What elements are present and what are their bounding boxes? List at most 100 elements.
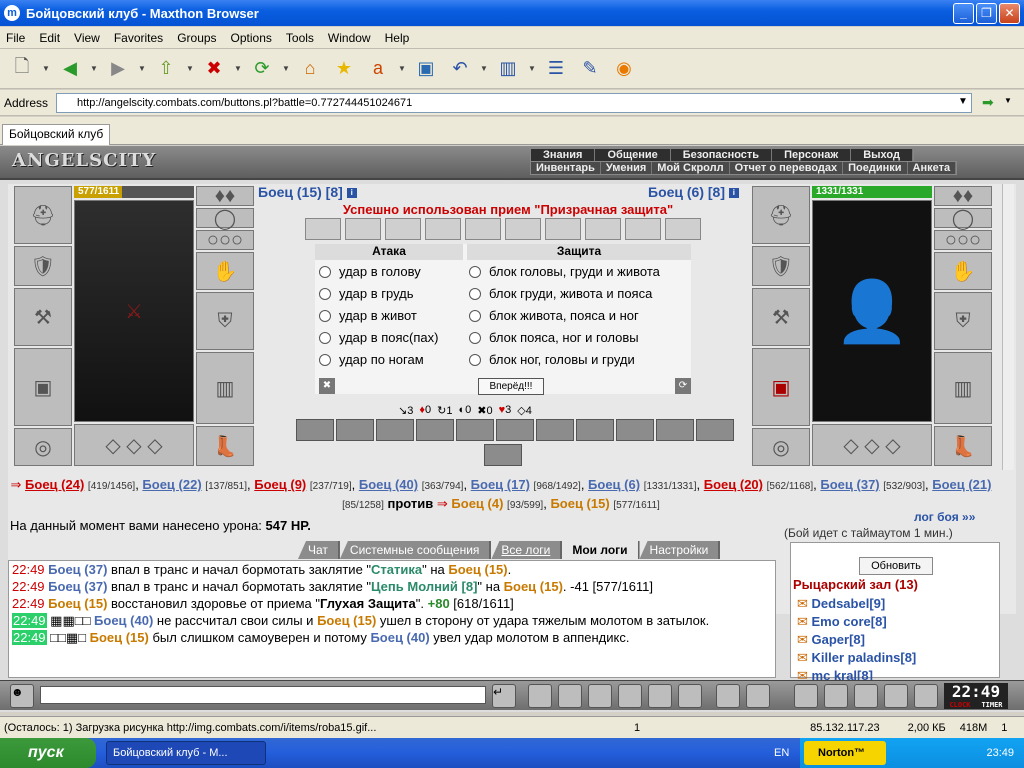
new-page-icon[interactable]: 🗋 — [8, 55, 36, 83]
right-shield-slot[interactable]: ⛨ — [934, 292, 992, 350]
skill-slot[interactable] — [696, 419, 734, 441]
forward-icon[interactable]: ▶ — [104, 55, 132, 83]
edit-icon[interactable]: ✎ — [576, 55, 604, 83]
right-character-avatar[interactable]: 👤 — [812, 200, 932, 422]
menu-tools[interactable]: Tools — [286, 31, 314, 45]
skill-slot[interactable] — [296, 419, 334, 441]
scroll-slot[interactable] — [465, 218, 501, 240]
bracer-slot[interactable]: 🛡 — [14, 246, 72, 286]
player-item[interactable]: ✉ Killer paladins[8] — [797, 649, 916, 667]
page-scrollbar[interactable] — [1002, 184, 1014, 470]
player-item[interactable]: ✉ Gaper[8] — [797, 631, 916, 649]
ring-slot[interactable]: ◇ ◇ ◇ — [74, 424, 194, 466]
info-icon[interactable]: i — [346, 188, 357, 199]
bag-icon[interactable] — [794, 684, 818, 708]
nav-exit[interactable]: Выход — [851, 149, 913, 161]
norton-button[interactable]: Norton™ — [804, 741, 886, 765]
menu-file[interactable]: File — [6, 31, 25, 45]
right-armor-slot[interactable]: ▣ — [752, 348, 810, 426]
skill-slot[interactable] — [616, 419, 654, 441]
refresh-battle-icon[interactable]: ⟳ — [675, 378, 691, 394]
dropdown-icon[interactable]: ▼ — [282, 64, 290, 73]
battle-log-link[interactable]: лог боя »» — [914, 510, 975, 524]
dropdown-icon[interactable]: ▼ — [138, 64, 146, 73]
translate-icon[interactable]: a — [364, 55, 392, 83]
address-input[interactable]: http://angelscity.combats.com/buttons.pl… — [56, 93, 972, 113]
attack-belly-radio[interactable]: удар в живот — [319, 308, 417, 323]
defense-3-radio[interactable]: блок живота, пояса и ног — [469, 308, 639, 323]
right-earrings-slot[interactable]: ♦♦ — [934, 185, 992, 207]
back-icon[interactable]: ◀ — [56, 55, 84, 83]
right-helmet-slot[interactable]: ⛑ — [752, 186, 810, 244]
menu-options[interactable]: Options — [231, 31, 272, 45]
attack-groin-radio[interactable]: удар в пояс(пах) — [319, 330, 438, 345]
nav-inventory[interactable]: Инвентарь — [531, 162, 601, 174]
defense-5-radio[interactable]: блок ног, головы и груди — [469, 352, 635, 367]
right-ring-slot[interactable]: ◇ ◇ ◇ — [812, 424, 932, 466]
info-icon[interactable]: i — [728, 188, 739, 199]
tab-settings[interactable]: Настройки — [639, 541, 721, 559]
exit-icon[interactable] — [914, 684, 938, 708]
nav-security[interactable]: Безопасность — [671, 149, 773, 161]
menu-favorites[interactable]: Favorites — [114, 31, 163, 45]
scroll-slot[interactable] — [505, 218, 541, 240]
right-fighter-name[interactable]: Боец (6) [8] i — [648, 184, 739, 200]
fighter-link[interactable]: Боец (40) — [359, 477, 418, 492]
dropdown-icon[interactable]: ▼ — [186, 64, 194, 73]
defense-2-radio[interactable]: блок груди, живота и пояса — [469, 286, 652, 301]
defense-1-radio[interactable]: блок головы, груди и живота — [469, 264, 660, 279]
nav-character[interactable]: Персонаж — [772, 149, 852, 161]
filter-icon[interactable] — [558, 684, 582, 708]
right-amulet-slot[interactable]: ◯ — [934, 208, 992, 230]
go-button[interactable]: Вперёд!!! — [478, 378, 544, 395]
skill-slot[interactable] — [576, 419, 614, 441]
fighter-link[interactable]: Боец (22) — [142, 477, 201, 492]
menu-edit[interactable]: Edit — [39, 31, 60, 45]
favorites-star-icon[interactable]: ★ — [330, 55, 358, 83]
tab-chat[interactable]: Чат — [298, 541, 340, 559]
gloves-slot[interactable]: ✋ — [196, 252, 254, 290]
legs-slot[interactable]: ▥ — [196, 352, 254, 424]
left-fighter-name[interactable]: Боец (15) [8] i — [258, 184, 357, 200]
weapon-slot[interactable]: ⚒ — [14, 288, 72, 346]
dropdown-icon[interactable]: ▼ — [42, 64, 50, 73]
dropdown-icon[interactable]: ▼ — [1004, 96, 1012, 105]
skill-slot[interactable] — [456, 419, 494, 441]
armor-slot[interactable]: ▣ — [14, 348, 72, 426]
nav-transfers[interactable]: Отчет о переводах — [730, 162, 844, 174]
minimize-button[interactable]: _ — [953, 3, 974, 24]
right-bracer-slot[interactable]: 🛡 — [752, 246, 810, 286]
scroll-slot[interactable] — [585, 218, 621, 240]
fighter-link[interactable]: Боец (9) — [254, 477, 306, 492]
skill-slot[interactable] — [484, 444, 522, 466]
right-belt-slot[interactable]: ◎ — [752, 428, 810, 466]
scroll-slot[interactable] — [305, 218, 341, 240]
tab-all-logs[interactable]: Все логи — [491, 541, 563, 559]
chat-input[interactable] — [40, 686, 486, 704]
tab-my-logs[interactable]: Мои логи — [562, 541, 640, 559]
attack-legs-radio[interactable]: удар по ногам — [319, 352, 424, 367]
close-button[interactable]: ✕ — [999, 3, 1020, 24]
smile-icon[interactable] — [716, 684, 740, 708]
nav-my-scroll[interactable]: Мой Скролл — [652, 162, 730, 174]
menu-help[interactable]: Help — [385, 31, 410, 45]
dropdown-icon[interactable]: ▼ — [398, 64, 406, 73]
boots-slot[interactable]: 👢 — [196, 426, 254, 466]
fighter-link[interactable]: Боец (4) — [451, 496, 503, 511]
settings-icon[interactable] — [746, 684, 770, 708]
dropdown-icon[interactable]: ▼ — [528, 64, 536, 73]
fighter-link[interactable]: Боец (37) — [820, 477, 879, 492]
go-icon[interactable]: ➡ — [982, 94, 994, 111]
nav-communication[interactable]: Общение — [595, 149, 671, 161]
right-rings-slot[interactable]: ○○○ — [934, 229, 992, 251]
nav-knowledge[interactable]: Знания — [531, 149, 596, 161]
send-icon[interactable]: ↵ — [492, 684, 516, 708]
skill-slot[interactable] — [336, 419, 374, 441]
earrings-slot[interactable]: ♦♦ — [196, 185, 254, 207]
menu-window[interactable]: Window — [328, 31, 371, 45]
eraser-icon[interactable] — [528, 684, 552, 708]
people-icon[interactable] — [824, 684, 848, 708]
scroll-slot[interactable] — [625, 218, 661, 240]
fighter-link[interactable]: Боец (15) — [550, 496, 609, 511]
belt-slot[interactable]: ◎ — [14, 428, 72, 466]
